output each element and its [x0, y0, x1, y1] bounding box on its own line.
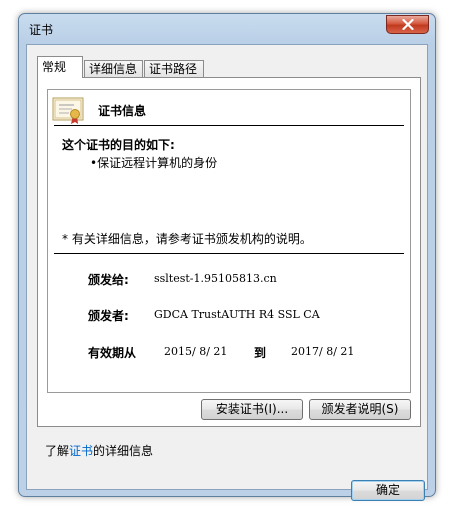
valid-from-label: 有效期从 — [88, 346, 137, 360]
learn-more-text: 了解证书的详细信息 — [45, 442, 153, 459]
general-tab-panel: 证书信息 这个证书的目的如下: •保证远程计算机的身份 * 有关详细信息，请参考… — [37, 77, 421, 427]
purpose-item: •保证远程计算机的身份 — [90, 156, 218, 170]
heading-divider — [54, 125, 404, 126]
purpose-title: 这个证书的目的如下: — [62, 138, 175, 152]
note-divider — [54, 253, 404, 254]
valid-to-label: 到 — [254, 346, 267, 360]
certificate-icon — [52, 97, 84, 124]
window-title: 证书 — [29, 23, 54, 37]
tab-details[interactable]: 详细信息 — [84, 60, 143, 77]
ok-button[interactable]: 确定 — [351, 480, 425, 501]
dialog-body: 常规 详细信息 证书路径 证书信息 这个证书的目的如下: •保证远程计算机的身份 — [26, 44, 428, 501]
close-button[interactable] — [386, 15, 429, 34]
certificate-info-box: 证书信息 这个证书的目的如下: •保证远程计算机的身份 * 有关详细信息，请参考… — [47, 89, 411, 393]
issued-by-label: 颁发者: — [88, 309, 129, 323]
issuer-statement-button[interactable]: 颁发者说明(S) — [309, 399, 411, 420]
issuer-note: * 有关详细信息，请参考证书颁发机构的说明。 — [62, 232, 312, 246]
learn-more-prefix: 了解 — [45, 444, 70, 458]
certificate-info-heading: 证书信息 — [98, 104, 147, 118]
valid-to-value: 2017/ 8/ 21 — [291, 345, 355, 358]
certificate-link[interactable]: 证书 — [69, 444, 93, 458]
close-icon — [401, 19, 414, 30]
issued-to-value: ssltest-1.95105813.cn — [154, 272, 277, 285]
learn-more-suffix: 的详细信息 — [93, 444, 154, 458]
valid-from-value: 2015/ 8/ 21 — [164, 345, 228, 358]
tab-general[interactable]: 常规 — [37, 56, 83, 78]
certificate-dialog: 证书 常规 详细信息 证书路径 证书信息 这个证书的目的如下: •保证远程计算机… — [18, 13, 436, 501]
tab-certification-path[interactable]: 证书路径 — [144, 60, 204, 77]
issued-to-label: 颁发给: — [88, 273, 129, 287]
issued-by-value: GDCA TrustAUTH R4 SSL CA — [154, 308, 320, 321]
install-certificate-button[interactable]: 安装证书(I)... — [201, 399, 303, 420]
